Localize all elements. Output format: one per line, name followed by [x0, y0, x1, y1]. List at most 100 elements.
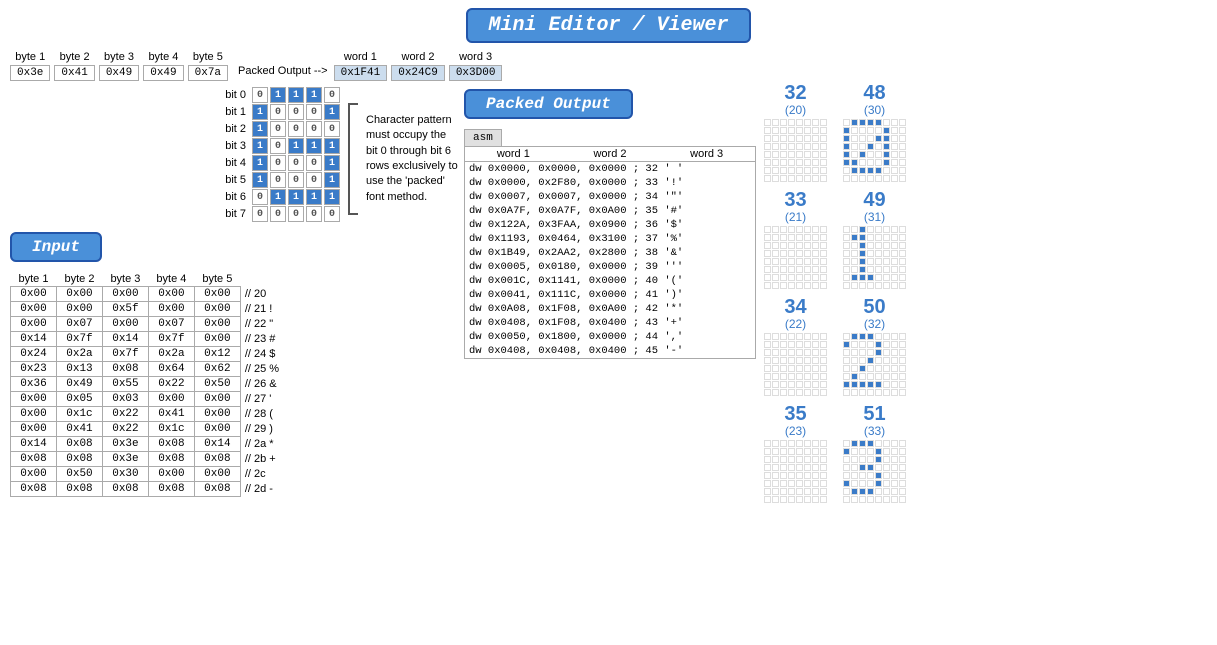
bit-cell-r3-c4[interactable]: 1 [324, 138, 340, 154]
char-pixel-34-r2-c0 [764, 349, 771, 356]
char-pixel-33-r7-c4 [796, 282, 803, 289]
bit-cell-r5-c0[interactable]: 1 [252, 172, 268, 188]
char-pixel-50-r4-c5 [883, 365, 890, 372]
word-group-1: word 1 0x1F41 [334, 51, 388, 81]
bit-cell-r2-c1[interactable]: 0 [270, 121, 286, 137]
bit-cell-r4-c0[interactable]: 1 [252, 155, 268, 171]
bit-cell-r2-c4[interactable]: 0 [324, 121, 340, 137]
char-pixel-35-r5-c2 [780, 480, 787, 487]
bit-cell-r7-c4[interactable]: 0 [324, 206, 340, 222]
char-pixel-48-r3-c3 [867, 143, 874, 150]
char-pixel-51-r0-c2 [859, 440, 866, 447]
char-pixel-50-r0-c7 [899, 333, 906, 340]
input-comment-r12: // 2c [240, 467, 285, 482]
bit-cell-r3-c2[interactable]: 1 [288, 138, 304, 154]
char-pixel-33-r3-c3 [788, 250, 795, 257]
bit-cell-r7-c0[interactable]: 0 [252, 206, 268, 222]
char-pixel-48-r1-c5 [883, 127, 890, 134]
char-pixel-32-r7-c5 [804, 175, 811, 182]
char-pixel-33-r5-c7 [820, 266, 827, 273]
input-cell-r5-c0: 0x23 [11, 362, 57, 377]
bit-cell-r0-c0[interactable]: 0 [252, 87, 268, 103]
bit-cell-r4-c1[interactable]: 0 [270, 155, 286, 171]
input-cell-r5-c4: 0x62 [194, 362, 240, 377]
bit-cell-r4-c3[interactable]: 0 [306, 155, 322, 171]
bit-cell-r3-c1[interactable]: 0 [270, 138, 286, 154]
bit-cell-r5-c3[interactable]: 0 [306, 172, 322, 188]
bit-row-2: bit 210000 [210, 121, 340, 137]
char-pixel-35-r4-c1 [772, 472, 779, 479]
bit-cell-r3-c0[interactable]: 1 [252, 138, 268, 154]
input-cell-r8-c2: 0x22 [102, 407, 148, 422]
char-pixel-51-r6-c3 [867, 488, 874, 495]
bit-cell-r0-c2[interactable]: 1 [288, 87, 304, 103]
bit-cell-r6-c1[interactable]: 1 [270, 189, 286, 205]
char-pixel-50-r5-c2 [859, 373, 866, 380]
bit-cell-r7-c2[interactable]: 0 [288, 206, 304, 222]
bit-cell-r0-c4[interactable]: 0 [324, 87, 340, 103]
bit-cell-r6-c4[interactable]: 1 [324, 189, 340, 205]
char-pixel-32-r2-c1 [772, 135, 779, 142]
char-pixel-33-r7-c1 [772, 282, 779, 289]
char-pixel-33-r3-c1 [772, 250, 779, 257]
char-pixel-35-r3-c1 [772, 464, 779, 471]
char-pixel-33-r6-c5 [804, 274, 811, 281]
char-pixel-48-r7-c6 [891, 175, 898, 182]
char-pixel-35-r0-c3 [788, 440, 795, 447]
char-pixel-34-r2-c7 [820, 349, 827, 356]
bit-cell-r2-c3[interactable]: 0 [306, 121, 322, 137]
char-number-49: 49 [863, 190, 885, 210]
char-number-33: 33 [784, 190, 806, 210]
output-row-2: dw 0x0007, 0x0007, 0x0000 ; 34 '"' [465, 190, 755, 204]
char-pixel-33-r1-c4 [796, 234, 803, 241]
bit-cell-r6-c2[interactable]: 1 [288, 189, 304, 205]
char-pixel-32-r5-c5 [804, 159, 811, 166]
char-block-51: 51(33) [843, 404, 906, 503]
char-pixel-49-r3-c4 [875, 250, 882, 257]
char-grid-49 [843, 226, 906, 289]
bit-cell-r0-c1[interactable]: 1 [270, 87, 286, 103]
char-pixel-33-r6-c7 [820, 274, 827, 281]
bit-cell-r1-c3[interactable]: 0 [306, 104, 322, 120]
char-pixel-32-r1-c1 [772, 127, 779, 134]
bit-cell-r1-c1[interactable]: 0 [270, 104, 286, 120]
bit-cell-r3-c3[interactable]: 1 [306, 138, 322, 154]
char-pixel-35-r3-c0 [764, 464, 771, 471]
char-pixel-32-r2-c6 [812, 135, 819, 142]
bit-cell-r5-c4[interactable]: 1 [324, 172, 340, 188]
bit-cell-r1-c0[interactable]: 1 [252, 104, 268, 120]
bit-cell-r0-c3[interactable]: 1 [306, 87, 322, 103]
output-row-9: dw 0x0041, 0x111C, 0x0000 ; 41 ')' [465, 288, 755, 302]
bit-cell-r4-c2[interactable]: 0 [288, 155, 304, 171]
bit-cell-r5-c1[interactable]: 0 [270, 172, 286, 188]
char-pixel-50-r0-c2 [859, 333, 866, 340]
char-pixel-34-r3-c4 [796, 357, 803, 364]
bit-cell-r1-c2[interactable]: 0 [288, 104, 304, 120]
char-pixel-32-r3-c0 [764, 143, 771, 150]
bit-cell-r2-c0[interactable]: 1 [252, 121, 268, 137]
char-pixel-33-r0-c4 [796, 226, 803, 233]
bit-cell-r6-c3[interactable]: 1 [306, 189, 322, 205]
char-pixel-51-r6-c7 [899, 488, 906, 495]
char-pixel-51-r5-c2 [859, 480, 866, 487]
input-comment-r2: // 22 " [240, 317, 285, 332]
asm-tab[interactable]: asm [464, 129, 502, 146]
bit-cell-r6-c0[interactable]: 0 [252, 189, 268, 205]
bit-cell-r7-c1[interactable]: 0 [270, 206, 286, 222]
char-pixel-32-r3-c5 [804, 143, 811, 150]
bit-cell-r2-c2[interactable]: 0 [288, 121, 304, 137]
char-pixel-32-r5-c7 [820, 159, 827, 166]
char-pixel-33-r2-c4 [796, 242, 803, 249]
char-pixel-34-r6-c7 [820, 381, 827, 388]
char-pixel-35-r5-c7 [820, 480, 827, 487]
char-pixel-50-r0-c6 [891, 333, 898, 340]
char-pixel-35-r4-c6 [812, 472, 819, 479]
bit-cell-r7-c3[interactable]: 0 [306, 206, 322, 222]
bit-cell-r1-c4[interactable]: 1 [324, 104, 340, 120]
bit-cell-r5-c2[interactable]: 0 [288, 172, 304, 188]
char-pixel-50-r0-c5 [883, 333, 890, 340]
page-container: Mini Editor / Viewer byte 1 0x3e byte 2 … [0, 0, 1217, 645]
input-cell-r6-c2: 0x55 [102, 377, 148, 392]
bit-cell-r4-c4[interactable]: 1 [324, 155, 340, 171]
char-pixel-34-r2-c2 [780, 349, 787, 356]
